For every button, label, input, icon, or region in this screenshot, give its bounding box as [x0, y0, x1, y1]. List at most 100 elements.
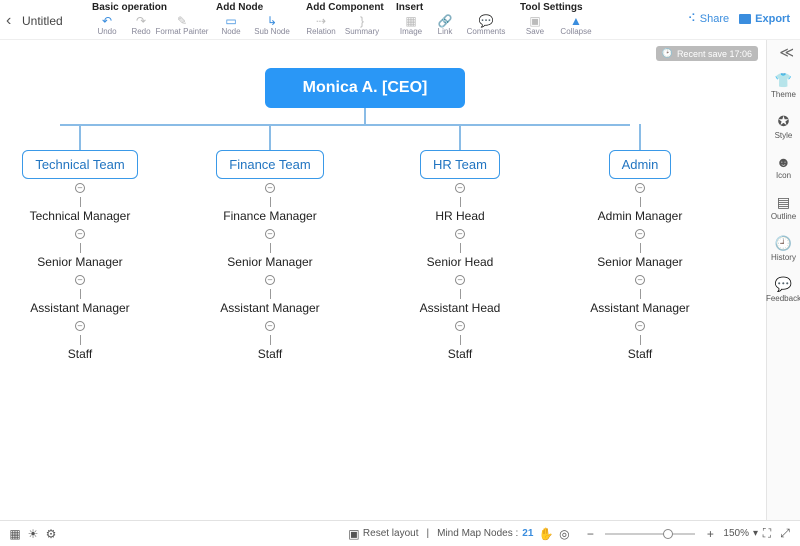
connector [270, 243, 271, 253]
hand-tool-button[interactable]: ✋ [537, 525, 555, 543]
document-title[interactable]: Untitled [22, 2, 92, 28]
collapse-toggle-icon[interactable]: – [455, 275, 465, 285]
side-icon[interactable]: ☻Icon [776, 154, 791, 180]
root-node[interactable]: Monica A. [CEO] [265, 68, 465, 108]
node-finance-r1[interactable]: Finance Manager [219, 207, 320, 225]
format-painter-button[interactable]: ✎Format Painter [160, 15, 204, 36]
collapse-toggle-icon[interactable]: – [75, 275, 85, 285]
node-finance-r4[interactable]: Staff [254, 345, 286, 363]
insert-comments-button[interactable]: 💬Comments [464, 15, 508, 36]
collapse-toggle-icon[interactable]: – [635, 321, 645, 331]
subnode-icon: ↳ [265, 15, 279, 27]
save-icon: ▣ [528, 15, 542, 27]
collapse-toggle-icon[interactable]: – [455, 321, 465, 331]
insert-image-button[interactable]: ▦Image [396, 15, 426, 36]
node-admin-r1[interactable]: Admin Manager [594, 207, 687, 225]
connector [459, 124, 461, 150]
team-node-hr[interactable]: HR Team [420, 150, 500, 179]
connector [80, 335, 81, 345]
summary-button[interactable]: }Summary [340, 15, 384, 36]
fit-screen-button[interactable]: ⛶ [758, 525, 776, 543]
reset-layout-label[interactable]: Reset layout [363, 528, 419, 539]
panel-collapse-icon[interactable]: ≪ [779, 44, 794, 61]
connector [270, 289, 271, 299]
collapse-toggle-icon[interactable]: – [265, 229, 275, 239]
collapse-toggle-icon[interactable]: – [265, 275, 275, 285]
collapse-toggle-icon[interactable]: – [75, 183, 85, 193]
add-node-button[interactable]: ▭Node [216, 15, 246, 36]
group-tool-settings: Tool Settings ▣Save ▲Collapse [520, 2, 598, 36]
zoom-slider[interactable] [605, 533, 695, 535]
collapse-toggle-icon[interactable]: – [455, 183, 465, 193]
group-insert: Insert ▦Image 🔗Link 💬Comments [396, 2, 508, 36]
side-panel: ≪ 👕Theme ✪Style ☻Icon ▤Outline 🕘History … [766, 40, 800, 520]
connector [80, 289, 81, 299]
zoom-out-button[interactable]: − [581, 525, 599, 543]
grid-view-button[interactable]: ▦ [6, 525, 24, 543]
undo-button[interactable]: ↶Undo [92, 15, 122, 36]
node-finance-r2[interactable]: Senior Manager [223, 253, 316, 271]
branch-technical: Technical Team – Technical Manager – Sen… [0, 124, 160, 363]
node-finance-r3[interactable]: Assistant Manager [216, 299, 323, 317]
recent-save-badge: Recent save 17:06 [656, 46, 758, 61]
node-admin-r3[interactable]: Assistant Manager [586, 299, 693, 317]
summary-icon: } [355, 15, 369, 27]
collapse-toggle-icon[interactable]: – [635, 183, 645, 193]
team-node-finance[interactable]: Finance Team [216, 150, 323, 179]
icon-icon: ☻ [776, 154, 791, 170]
node-admin-r4[interactable]: Staff [624, 345, 656, 363]
branch-admin: Admin – Admin Manager – Senior Manager –… [560, 124, 720, 363]
share-button[interactable]: ⠪Share [688, 12, 729, 25]
undo-icon: ↶ [100, 15, 114, 27]
nodes-count-value: 21 [522, 528, 533, 539]
node-technical-r3[interactable]: Assistant Manager [26, 299, 133, 317]
toggle-theme-button[interactable]: ☀ [24, 525, 42, 543]
node-hr-r1[interactable]: HR Head [431, 207, 488, 225]
team-node-admin[interactable]: Admin [609, 150, 672, 179]
collapse-button[interactable]: ▲Collapse [554, 15, 598, 36]
side-feedback[interactable]: 💬Feedback [766, 276, 800, 303]
node-admin-r2[interactable]: Senior Manager [593, 253, 686, 271]
side-style[interactable]: ✪Style [775, 113, 793, 140]
connector [80, 197, 81, 207]
node-technical-r4[interactable]: Staff [64, 345, 96, 363]
collapse-toggle-icon[interactable]: – [265, 321, 275, 331]
top-toolbar: ‹ Untitled Basic operation ↶Undo ↷Redo ✎… [0, 0, 800, 40]
add-subnode-button[interactable]: ↳Sub Node [250, 15, 294, 36]
connector [460, 197, 461, 207]
connector [270, 197, 271, 207]
settings-button[interactable]: ⚙ [42, 525, 60, 543]
collapse-toggle-icon[interactable]: – [75, 229, 85, 239]
collapse-toggle-icon[interactable]: – [265, 183, 275, 193]
node-hr-r3[interactable]: Assistant Head [416, 299, 505, 317]
side-history[interactable]: 🕘History [771, 235, 796, 262]
back-button[interactable]: ‹ [6, 2, 22, 30]
target-button[interactable]: ◎ [555, 525, 573, 543]
side-outline[interactable]: ▤Outline [771, 194, 796, 221]
collapse-toggle-icon[interactable]: – [635, 229, 645, 239]
redo-button[interactable]: ↷Redo [126, 15, 156, 36]
node-technical-r1[interactable]: Technical Manager [26, 207, 135, 225]
nodes-count-label: Mind Map Nodes : [437, 528, 518, 539]
relation-button[interactable]: ⇢Relation [306, 15, 336, 36]
image-icon: ▦ [404, 15, 418, 27]
branch-hr: HR Team – HR Head – Senior Head – Assist… [380, 124, 540, 363]
node-hr-r2[interactable]: Senior Head [423, 253, 498, 271]
zoom-in-button[interactable]: + [701, 525, 719, 543]
node-technical-r2[interactable]: Senior Manager [33, 253, 126, 271]
collapse-toggle-icon[interactable]: – [455, 229, 465, 239]
zoom-thumb[interactable] [663, 529, 673, 539]
group-add-component-label: Add Component [306, 2, 384, 13]
collapse-icon: ▲ [569, 15, 583, 27]
reset-layout-icon[interactable]: ▣ [345, 525, 363, 543]
canvas[interactable]: Recent save 17:06 Monica A. [CEO] Techni… [0, 40, 766, 520]
export-button[interactable]: Export [739, 13, 790, 25]
collapse-toggle-icon[interactable]: – [635, 275, 645, 285]
fullscreen-button[interactable]: ⤢ [776, 525, 794, 543]
node-hr-r4[interactable]: Staff [444, 345, 476, 363]
side-theme[interactable]: 👕Theme [771, 72, 796, 99]
collapse-toggle-icon[interactable]: – [75, 321, 85, 331]
team-node-technical[interactable]: Technical Team [22, 150, 137, 179]
save-button[interactable]: ▣Save [520, 15, 550, 36]
insert-link-button[interactable]: 🔗Link [430, 15, 460, 36]
